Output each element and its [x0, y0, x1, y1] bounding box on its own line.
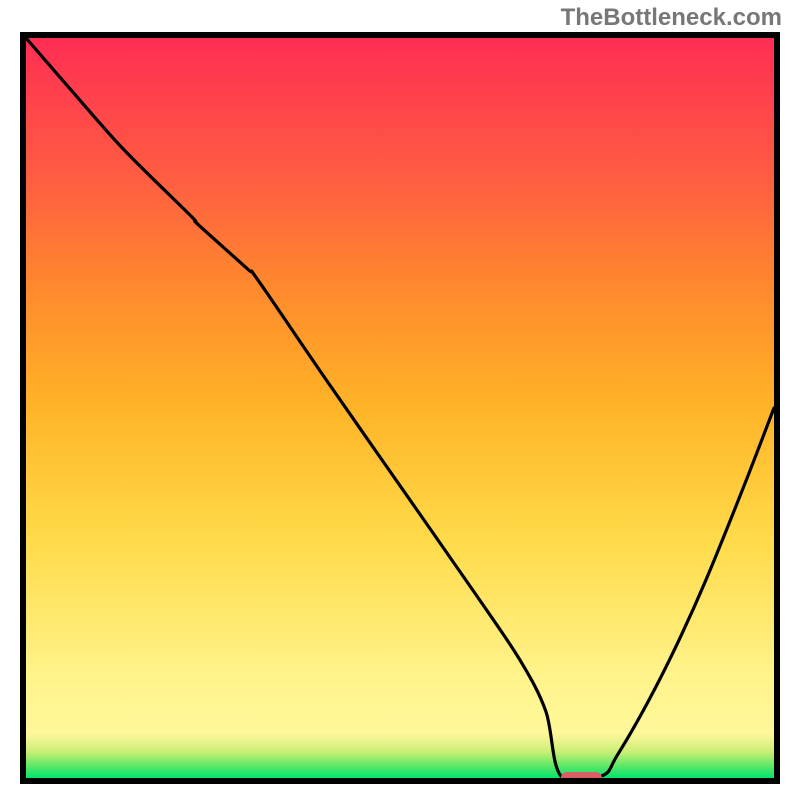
bottleneck-curve [26, 38, 774, 778]
curve-layer [26, 38, 774, 778]
watermark-text: TheBottleneck.com [561, 4, 782, 32]
well-marker [561, 772, 602, 778]
chart-container: TheBottleneck.com [0, 0, 800, 800]
plot-area [20, 32, 780, 784]
